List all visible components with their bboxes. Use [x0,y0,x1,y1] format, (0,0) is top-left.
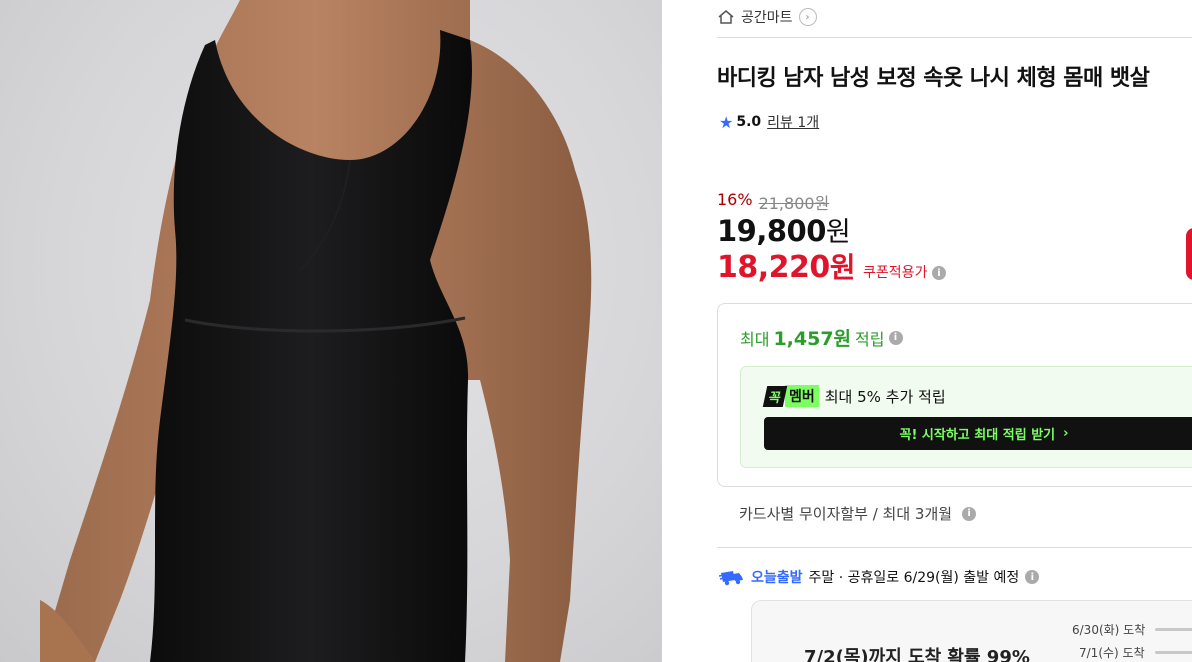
coupon-price-number: 18,220 [717,250,830,285]
product-image[interactable] [0,0,662,662]
info-icon[interactable]: i [931,266,946,280]
arrival-bar [1154,651,1192,654]
kkok-badge-right: 멤버 [784,385,819,407]
chevron-right-icon: › [1063,426,1069,441]
coupon-price: 18,220원 [717,246,856,286]
coupon-price-unit: 원 [829,251,856,284]
sale-price: 19,800원 [717,210,851,249]
kkok-member-badge: 꼭 멤버 [762,385,819,407]
arrival-bar [1155,628,1192,631]
member-start-label: 꼭! 시작하고 최대 적립 받기 [899,428,1056,443]
product-title: 바디킹 남자 남성 보정 속옷 나시 체형 몸매 뱃살 [717,66,1150,91]
installment-row: 카드사별 무이자할부 / 최대 3개월 i [739,503,977,524]
product-photo-illustration [40,0,592,662]
reward-amount: 1,457원 [773,328,852,350]
sale-price-number: 19,800 [717,214,826,248]
coupon-label-text: 쿠폰적용가 [863,265,928,281]
member-benefit-text: 최대 5% 추가 적립 [824,387,946,406]
product-info-panel: 공간마트 › 바디킹 남자 남성 보정 속옷 나시 체형 몸매 뱃살 ★ 5.0… [717,0,1192,662]
reward-title: 최대 1,457원 적립 i [740,324,903,351]
member-benefit-box: 꼭 멤버 최대 5% 추가 적립 꼭! 시작하고 최대 적립 받기 › [740,366,1192,468]
chevron-right-icon[interactable]: › [798,8,817,26]
coupon-price-row: 18,220원 쿠폰적용가 i [717,246,946,286]
divider [717,547,1192,548]
arrival-probability: 7/2(목)까지 도착 확률 99% [804,647,1030,662]
member-start-button[interactable]: 꼭! 시작하고 최대 적립 받기 › [764,417,1192,450]
store-link[interactable]: 공간마트 › [717,6,817,28]
review-link[interactable]: 리뷰 1개 [767,112,819,132]
divider [717,37,1192,38]
reward-prefix: 최대 [740,329,770,349]
info-icon[interactable]: i [888,330,903,345]
info-icon[interactable]: i [1025,570,1040,584]
coupon-label: 쿠폰적용가 i [863,262,946,282]
delivery-truck-icon [719,571,743,586]
arrival-date: 6/30(화) 도착 [1072,623,1146,637]
rating-row: ★ 5.0 리뷰 1개 [719,112,819,132]
member-benefit-row: 꼭 멤버 최대 5% 추가 적립 [762,385,946,407]
info-icon[interactable]: i [962,506,977,521]
home-icon [718,10,734,24]
reward-box: 최대 1,457원 적립 i 꼭 멤버 최대 5% 추가 적립 꼭! 시작하고 … [717,303,1192,487]
arrival-estimate-box: 6/30(화) 도착 7/1(수) 도착 7/2(목)까지 도착 확률 99% [751,600,1192,662]
reward-suffix: 적립 [855,329,885,349]
sale-price-unit: 원 [825,217,851,248]
rating-score: 5.0 [736,114,762,130]
arrival-line: 7/1(수) 도착 [1079,644,1192,661]
arrival-date: 7/1(수) 도착 [1079,646,1145,660]
kkok-badge-left: 꼭 [762,385,788,407]
arrival-line: 6/30(화) 도착 [1072,621,1192,638]
store-name[interactable]: 공간마트 [741,7,793,27]
star-icon: ★ [719,112,734,132]
coupon-download-tab[interactable] [1186,228,1192,280]
shipping-row: 오늘출발 주말 · 공휴일로 6/29(월) 출발 예정 i [719,567,1040,587]
shipping-note: 주말 · 공휴일로 6/29(월) 출발 예정 [808,570,1020,586]
shipping-brand: 오늘출발 [751,570,803,586]
installment-text: 카드사별 무이자할부 / 최대 3개월 [739,505,953,523]
